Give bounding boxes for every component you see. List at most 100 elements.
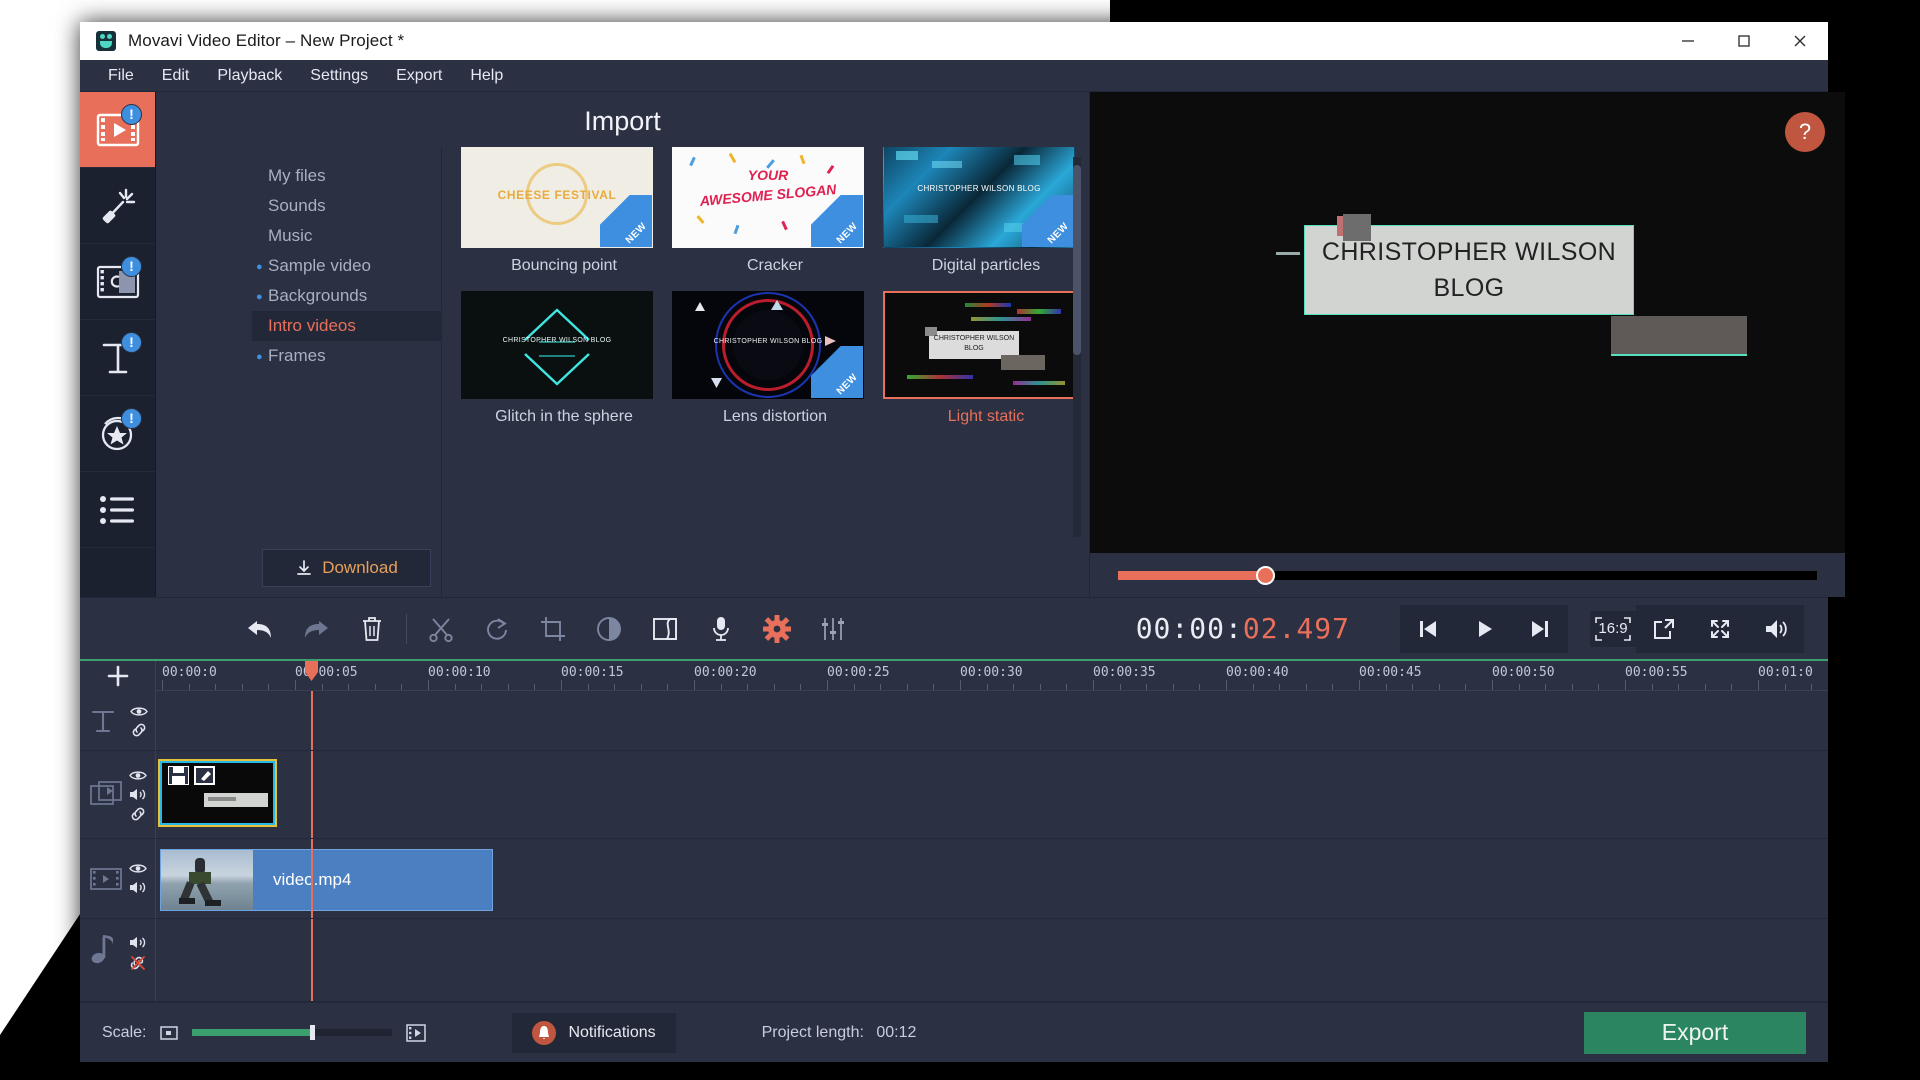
browser-scrollbar-thumb[interactable] bbox=[1073, 165, 1081, 355]
ruler-tick bbox=[747, 684, 748, 690]
sidebar-item-stickers[interactable]: ! bbox=[80, 396, 155, 472]
ruler-tick bbox=[1332, 684, 1333, 690]
next-frame-button[interactable] bbox=[1512, 605, 1568, 653]
link-icon[interactable] bbox=[130, 723, 148, 737]
thumb-digital-particles[interactable]: CHRISTOPHER WILSON BLOG NEW bbox=[883, 147, 1075, 248]
seek-handle[interactable] bbox=[1256, 566, 1275, 585]
menu-edit[interactable]: Edit bbox=[148, 63, 204, 89]
minimize-icon[interactable] bbox=[1660, 22, 1716, 60]
thumb-light-static[interactable]: CHRISTOPHER WILSON BLOG bbox=[883, 291, 1075, 399]
badge-stickers: ! bbox=[121, 408, 142, 429]
track-body-title[interactable] bbox=[156, 691, 1828, 750]
category-backgrounds[interactable]: Backgrounds bbox=[252, 281, 441, 311]
speaker-icon[interactable] bbox=[128, 935, 148, 950]
record-audio-button[interactable] bbox=[693, 605, 749, 653]
frame-large-icon[interactable] bbox=[406, 1023, 426, 1043]
crop-button[interactable] bbox=[525, 605, 581, 653]
ruler-tick bbox=[189, 684, 190, 690]
category-sounds[interactable]: Sounds bbox=[252, 191, 441, 221]
menu-playback[interactable]: Playback bbox=[203, 63, 296, 89]
transition-button[interactable] bbox=[637, 605, 693, 653]
color-adjust-button[interactable] bbox=[581, 605, 637, 653]
frame-small-icon[interactable] bbox=[160, 1024, 178, 1042]
rotate-button[interactable] bbox=[469, 605, 525, 653]
ruler-tick bbox=[1758, 680, 1759, 690]
music-note-icon bbox=[90, 935, 116, 965]
menu-help[interactable]: Help bbox=[456, 63, 517, 89]
fullscreen-button[interactable] bbox=[1692, 605, 1748, 653]
video-preview-screen[interactable]: ? CHRISTOPHER WILSON BLOG bbox=[1090, 92, 1845, 553]
aspect-ratio-button[interactable]: 16:9 bbox=[1590, 611, 1636, 647]
ruler-label: 00:00:45 bbox=[1359, 665, 1422, 680]
save-icon[interactable] bbox=[168, 766, 189, 785]
sidebar-item-more-tools[interactable] bbox=[80, 472, 155, 548]
category-frames[interactable]: Frames bbox=[252, 341, 441, 371]
speaker-icon[interactable] bbox=[128, 787, 148, 802]
timeline-clip-video[interactable]: video.mp4 bbox=[160, 849, 493, 911]
audio-levels-button[interactable] bbox=[805, 605, 861, 653]
ruler-tick bbox=[295, 680, 296, 690]
track-header-audio bbox=[80, 919, 156, 1001]
download-button[interactable]: Download bbox=[262, 549, 431, 587]
track-body-audio[interactable] bbox=[156, 919, 1828, 1001]
timecode-prefix: 00:00: bbox=[1136, 612, 1243, 645]
category-intro-videos[interactable]: Intro videos bbox=[252, 311, 441, 341]
edit-icon[interactable] bbox=[194, 766, 215, 785]
category-sample-video[interactable]: Sample video bbox=[252, 251, 441, 281]
detach-window-button[interactable] bbox=[1636, 605, 1692, 653]
thumb-glitch-in-the-sphere[interactable]: CHRISTOPHER WILSON BLOG bbox=[461, 291, 653, 399]
sidebar-item-filters[interactable] bbox=[80, 168, 155, 244]
ruler-scale[interactable]: 00:00:0 00:00:05 00:00:10 00:00:15 00:00… bbox=[156, 661, 1828, 691]
redo-button[interactable] bbox=[288, 605, 344, 653]
prev-frame-button[interactable] bbox=[1400, 605, 1456, 653]
preview-title-line2: BLOG bbox=[1433, 270, 1504, 306]
menu-settings[interactable]: Settings bbox=[296, 63, 382, 89]
thumb-bouncing-point[interactable]: CHEESE FESTIVAL NEW bbox=[461, 147, 653, 248]
new-badge: NEW bbox=[811, 195, 863, 247]
scale-slider[interactable] bbox=[192, 1029, 392, 1036]
category-music[interactable]: Music bbox=[252, 221, 441, 251]
thumb-cracker[interactable]: YOUR AWESOME SLOGAN bbox=[672, 147, 864, 248]
notifications-button[interactable]: Notifications bbox=[512, 1013, 675, 1053]
ruler-tick bbox=[1731, 684, 1732, 690]
timeline-ruler: 00:00:0 00:00:05 00:00:10 00:00:15 00:00… bbox=[80, 661, 1828, 691]
seek-bar[interactable] bbox=[1118, 571, 1817, 580]
sidebar-item-transitions[interactable]: ! bbox=[80, 244, 155, 320]
overlay-film-icon bbox=[90, 780, 124, 810]
close-icon[interactable] bbox=[1772, 22, 1828, 60]
ruler-tick bbox=[268, 684, 269, 690]
play-button[interactable] bbox=[1456, 605, 1512, 653]
ruler-tick bbox=[907, 684, 908, 690]
download-label: Download bbox=[322, 558, 398, 578]
timeline-track-audio bbox=[80, 919, 1828, 1002]
eye-icon[interactable] bbox=[129, 769, 147, 782]
eye-icon[interactable] bbox=[130, 705, 148, 718]
help-button[interactable]: ? bbox=[1785, 112, 1825, 152]
speaker-icon[interactable] bbox=[128, 880, 148, 895]
speaker-mute-icon[interactable] bbox=[128, 955, 148, 971]
maximize-icon[interactable] bbox=[1716, 22, 1772, 60]
track-body-overlay[interactable] bbox=[156, 751, 1828, 838]
category-my-files[interactable]: My files bbox=[252, 161, 441, 191]
ruler-tick bbox=[1013, 684, 1014, 690]
volume-button[interactable] bbox=[1748, 605, 1804, 653]
ruler-label: 00:00:25 bbox=[827, 665, 890, 680]
eye-icon[interactable] bbox=[129, 862, 147, 875]
editor-toolbar: 00:00:02.497 16:9 bbox=[80, 597, 1828, 659]
menu-export[interactable]: Export bbox=[382, 63, 456, 89]
export-button[interactable]: Export bbox=[1584, 1012, 1806, 1054]
timeline-clip-overlay[interactable] bbox=[160, 761, 275, 825]
thumb-lens-distortion[interactable]: CHRISTOPHER WILSON BLOG NEW bbox=[672, 291, 864, 399]
add-track-button[interactable] bbox=[80, 661, 156, 691]
ruler-tick bbox=[1279, 684, 1280, 690]
sidebar-item-import[interactable]: ! bbox=[80, 92, 155, 168]
link-icon[interactable] bbox=[129, 807, 147, 821]
track-body-video[interactable]: video.mp4 bbox=[156, 839, 1828, 918]
sidebar-item-titles[interactable]: ! bbox=[80, 320, 155, 396]
menu-file[interactable]: File bbox=[94, 63, 148, 89]
split-button[interactable] bbox=[413, 605, 469, 653]
clip-properties-button[interactable] bbox=[749, 605, 805, 653]
undo-button[interactable] bbox=[232, 605, 288, 653]
scale-slider-handle[interactable] bbox=[310, 1025, 315, 1040]
delete-button[interactable] bbox=[344, 605, 400, 653]
